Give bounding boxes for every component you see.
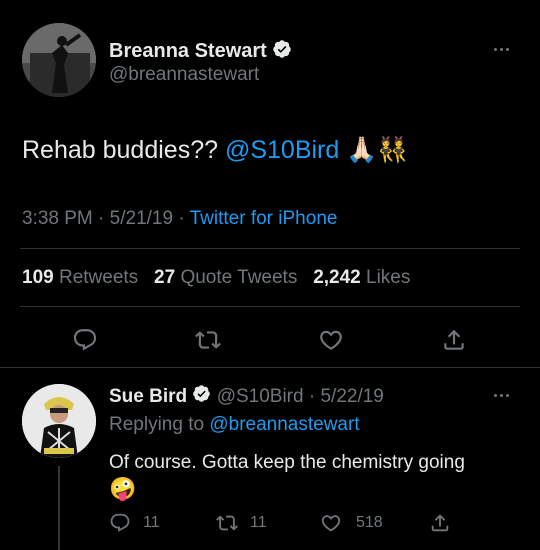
reply-icon [109, 512, 131, 534]
reply-author-name[interactable]: Sue Bird [109, 386, 187, 407]
reply-like-button[interactable]: 518 [320, 512, 383, 534]
reply-icon[interactable] [72, 327, 98, 353]
reply-author-avatar[interactable] [22, 384, 96, 458]
author-name[interactable]: Breanna Stewart [109, 39, 292, 64]
tweet-text: Rehab buddies?? @S10Bird 🙏🏻👯 [22, 134, 409, 166]
reply-count: 11 [143, 514, 160, 531]
reply-date[interactable]: 5/22/19 [320, 386, 383, 407]
replying-to-label: Replying to [109, 414, 205, 435]
tweet-date[interactable]: 5/21/19 [110, 208, 173, 229]
likes-count: 2,242 [313, 267, 361, 288]
author-avatar[interactable] [22, 23, 96, 97]
retweets-label: Retweets [58, 267, 139, 288]
tweet-emoji: 🙏🏻👯 [346, 136, 409, 164]
likes-stat[interactable]: 2,242 Likes [313, 267, 410, 288]
quotes-label: Quote Tweets [180, 267, 298, 288]
reply-action-bar: 11 11 518 [109, 512, 509, 538]
retweets-stat[interactable]: 109 Retweets [22, 267, 143, 288]
divider [20, 248, 520, 249]
reply-share-button[interactable] [429, 512, 451, 534]
separator-dot: · [178, 208, 185, 229]
quotes-stat[interactable]: 27 Quote Tweets [154, 267, 303, 288]
reply-retweet-button[interactable]: 11 [216, 512, 267, 534]
separator-dot: · [308, 386, 316, 408]
replying-to: Replying to @breannastewart [109, 413, 360, 437]
share-icon [431, 514, 449, 532]
retweet-count: 11 [250, 514, 267, 531]
verified-badge-icon [272, 39, 292, 64]
reply-header: Sue Bird @S10Bird · 5/22/19 [109, 384, 384, 410]
reply-reply-button[interactable]: 11 [109, 512, 160, 534]
more-options-icon[interactable] [494, 394, 509, 397]
tweet-metadata: 3:38 PM · 5/21/19 · Twitter for iPhone [22, 207, 337, 231]
separator-dot: · [98, 208, 105, 229]
divider [20, 306, 520, 307]
retweet-icon [216, 512, 238, 534]
quotes-count: 27 [154, 267, 176, 288]
replying-to-mention[interactable]: @breannastewart [209, 414, 359, 435]
tweet-stats: 109 Retweets 27 Quote Tweets 2,242 Likes [22, 266, 410, 290]
tweet-time[interactable]: 3:38 PM [22, 208, 93, 229]
like-icon[interactable] [318, 327, 344, 353]
more-options-icon[interactable] [494, 48, 509, 51]
like-count: 518 [356, 514, 383, 531]
reply-emoji: 🤪 [109, 476, 137, 501]
divider [0, 367, 540, 368]
share-icon[interactable] [441, 327, 467, 353]
retweets-count: 109 [22, 267, 54, 288]
mention-link[interactable]: @S10Bird [225, 136, 339, 164]
verified-badge-icon [192, 384, 211, 410]
tweet-text-body: Rehab buddies?? [22, 136, 225, 164]
tweet-source[interactable]: Twitter for iPhone [190, 208, 338, 229]
reply-text-body: Of course. Gotta keep the chemistry goin… [109, 452, 465, 473]
likes-label: Likes [366, 267, 411, 288]
author-handle[interactable]: @breannastewart [109, 64, 259, 86]
reply-author-handle[interactable]: @S10Bird [217, 386, 304, 407]
like-icon [320, 512, 342, 534]
retweet-icon[interactable] [195, 327, 221, 353]
thread-line [58, 466, 60, 550]
author-name-text[interactable]: Breanna Stewart [109, 40, 267, 62]
reply-text: Of course. Gotta keep the chemistry goin… [109, 450, 529, 502]
